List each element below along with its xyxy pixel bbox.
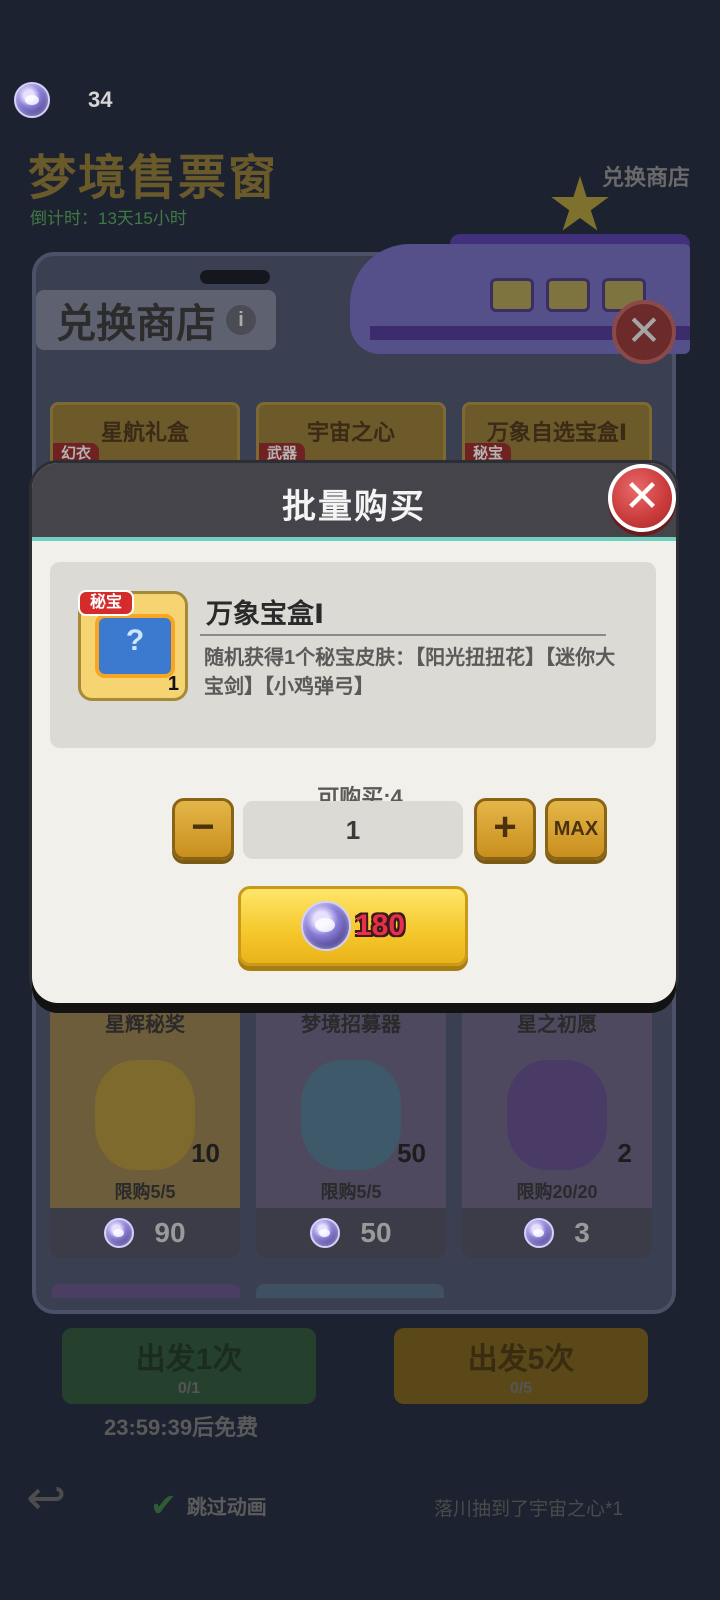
train-window (546, 278, 590, 312)
draw-five-count: 0/5 (509, 1380, 533, 1397)
tab-tag: 幻衣 (53, 443, 100, 465)
shop-header: 兑换商店 i (36, 290, 276, 350)
star-key-icon (95, 1060, 195, 1170)
star-coin-icon (104, 1218, 135, 1248)
free-draw-timer: 23:59:39后免费 (104, 1415, 259, 1440)
star-coin-icon (14, 82, 50, 118)
event-countdown: 倒计时：13天15小时 (30, 209, 187, 228)
item-card-dream-recruiter[interactable]: 梦境招募器 50 限购5/5 50 (256, 1000, 446, 1258)
item-card-star-prize[interactable]: 星辉秘奖 10 限购5/5 90 (50, 1000, 240, 1258)
tab-card-2[interactable]: 万象自选宝盒Ⅰ 秘宝 (462, 402, 652, 468)
item-card-star-wish[interactable]: 星之初愿 2 限购20/20 3 (462, 1000, 652, 1258)
purchase-price: 180 (354, 909, 406, 942)
purchase-button[interactable]: 180 (238, 886, 468, 966)
modal-header: 批量购买 (32, 463, 676, 541)
info-icon[interactable]: i (226, 305, 256, 335)
back-arrow-icon[interactable]: ↩ (26, 1474, 82, 1524)
star-coin-icon (310, 1218, 341, 1248)
quantity-input[interactable] (243, 801, 463, 859)
shop-sign-hanger (200, 270, 270, 284)
more-items-stubs (52, 1284, 444, 1298)
item-count: 2 (617, 1138, 632, 1168)
shop-items: 星辉秘奖 10 限购5/5 90 梦境招募器 50 限购5/5 50 星之初愿 … (50, 1000, 652, 1258)
draw-once-label: 出发1次 (135, 1343, 243, 1376)
skip-animation-toggle[interactable]: ✔ 跳过动画 (150, 1486, 267, 1524)
star-coin-icon (524, 1218, 555, 1248)
tab-tag: 武器 (259, 443, 306, 465)
item-card-stub (52, 1284, 240, 1298)
decrease-quantity-button[interactable]: − (172, 798, 234, 860)
item-price-value: 90 (154, 1217, 186, 1248)
shop-close-icon[interactable]: ✕ (612, 300, 676, 364)
item-price-value: 3 (574, 1217, 590, 1248)
page-title: 梦境售票窗 (28, 152, 279, 205)
item-count: 50 (397, 1138, 426, 1168)
shop-tabs: 星航礼盒 幻衣 宇宙之心 武器 万象自选宝盒Ⅰ 秘宝 (50, 402, 652, 468)
tab-card-0[interactable]: 星航礼盒 幻衣 (50, 402, 240, 468)
item-limit: 限购5/5 (320, 1182, 382, 1202)
item-price: 50 (256, 1208, 446, 1258)
product-divider (200, 634, 606, 636)
item-price-value: 50 (360, 1217, 392, 1248)
skip-animation-label: 跳过动画 (186, 1496, 267, 1519)
item-price: 3 (462, 1208, 652, 1258)
draw-once-button[interactable]: 出发1次 0/1 (62, 1328, 316, 1404)
currency-display: 34 (14, 80, 112, 120)
item-price: 90 (50, 1208, 240, 1258)
item-limit: 限购5/5 (114, 1182, 176, 1202)
exchange-shop-entry[interactable]: 兑换商店 (602, 160, 690, 192)
product-description: 随机获得1个秘宝皮肤：【阳光扭扭花】【迷你大宝剑】【小鸡弹弓】 (204, 647, 616, 698)
tv-box-icon (95, 614, 175, 678)
purple-key-icon (507, 1060, 607, 1170)
product-quantity: 1 (167, 673, 179, 695)
currency-amount: 34 (88, 87, 113, 112)
tab-tag: 秘宝 (465, 443, 512, 465)
max-quantity-button[interactable]: MAX (545, 798, 607, 860)
tab-label: 万象自选宝盒Ⅰ (486, 420, 628, 445)
modal-close-icon[interactable]: ✕ (608, 464, 676, 532)
tab-label: 宇宙之心 (306, 420, 395, 445)
product-name: 万象宝盒Ⅰ (206, 599, 325, 629)
draw-ticker: 落川抽到了宇宙之心*1 (434, 1499, 623, 1520)
item-name: 梦境招募器 (301, 1014, 401, 1036)
increase-quantity-button[interactable]: + (474, 798, 536, 860)
draw-once-count: 0/1 (177, 1380, 201, 1397)
item-name: 星辉秘奖 (105, 1014, 185, 1036)
item-card-stub (256, 1284, 444, 1298)
draw-five-label: 出发5次 (467, 1343, 575, 1376)
shop-title: 兑换商店 (56, 302, 216, 346)
draw-five-button[interactable]: 出发5次 0/5 (394, 1328, 648, 1404)
recruiter-orb-icon (301, 1060, 401, 1170)
tab-card-1[interactable]: 宇宙之心 武器 (256, 402, 446, 468)
rarity-tag: 秘宝 (78, 590, 135, 616)
modal-title: 批量购买 (282, 488, 426, 526)
train-window (490, 278, 534, 312)
item-name: 星之初愿 (517, 1014, 597, 1036)
item-count: 10 (191, 1138, 220, 1168)
item-limit: 限购20/20 (516, 1182, 598, 1202)
tab-label: 星航礼盒 (100, 420, 189, 445)
check-icon: ✔ (150, 1487, 177, 1523)
star-coin-icon (300, 901, 351, 951)
